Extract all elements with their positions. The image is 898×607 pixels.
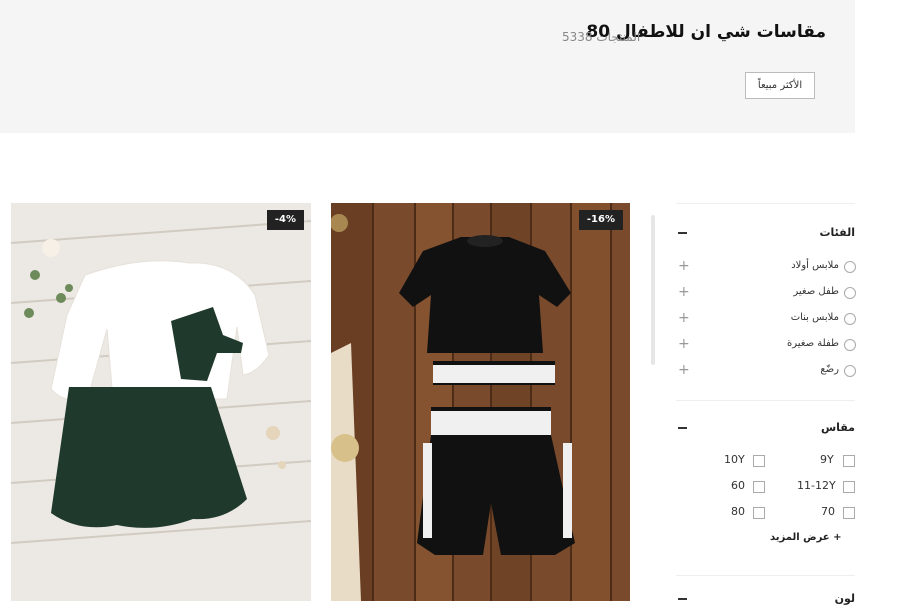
discount-badge: -4% [266, 210, 304, 230]
header-band [0, 0, 855, 133]
product-image [11, 203, 311, 601]
size-checkbox[interactable] [843, 481, 855, 493]
radio-icon[interactable] [844, 261, 856, 273]
plus-icon[interactable]: + [678, 282, 690, 302]
category-label: طفل صغير [793, 286, 839, 297]
size-label: 10Y [724, 453, 745, 466]
collapse-icon[interactable] [678, 427, 687, 429]
category-label: رضّع [820, 364, 839, 375]
category-item[interactable]: طفل صغير + [676, 282, 856, 302]
category-item[interactable]: رضّع + [676, 360, 856, 380]
category-item[interactable]: ملابس أولاد + [676, 256, 856, 276]
size-label: 11-12Y [797, 479, 836, 492]
filter-heading-categories[interactable]: الفئات [820, 226, 856, 239]
category-label: ملابس أولاد [791, 260, 839, 271]
radio-icon[interactable] [844, 339, 856, 351]
size-label: 60 [731, 479, 745, 492]
size-label: 70 [821, 505, 835, 518]
filter-heading-color[interactable]: لون [835, 592, 855, 605]
plus-icon[interactable]: + [678, 256, 690, 276]
size-checkbox[interactable] [843, 455, 855, 467]
filter-divider [676, 575, 855, 576]
plus-icon[interactable]: + [678, 308, 690, 328]
size-checkbox[interactable] [843, 507, 855, 519]
radio-icon[interactable] [844, 287, 856, 299]
radio-icon[interactable] [844, 365, 856, 377]
product-count: 5338 المنتجات [562, 30, 641, 44]
category-label: طفلة صغيرة [787, 338, 839, 349]
scrollbar[interactable] [651, 215, 655, 365]
discount-badge: -16% [578, 210, 623, 230]
size-checkbox[interactable] [753, 507, 765, 519]
collapse-icon[interactable] [678, 598, 687, 600]
filter-heading-size[interactable]: مقاس [821, 421, 855, 434]
category-item[interactable]: ملابس بنات + [676, 308, 856, 328]
radio-icon[interactable] [844, 313, 856, 325]
product-card[interactable]: -4% [11, 203, 311, 601]
size-label: 80 [731, 505, 745, 518]
category-label: ملابس بنات [790, 312, 839, 323]
plus-icon[interactable]: + [678, 360, 690, 380]
plus-icon[interactable]: + [678, 334, 690, 354]
product-card[interactable]: -16% [331, 203, 630, 601]
product-image [331, 203, 630, 601]
collapse-icon[interactable] [678, 232, 687, 234]
size-checkbox[interactable] [753, 481, 765, 493]
sort-button[interactable]: الأكثر مبيعاً [745, 72, 815, 99]
filter-divider [676, 400, 855, 401]
size-checkbox[interactable] [753, 455, 765, 467]
size-label: 9Y [820, 453, 834, 466]
category-item[interactable]: طفلة صغيرة + [676, 334, 856, 354]
filter-divider [676, 203, 855, 204]
view-more-link[interactable]: + عرض المزيد [770, 532, 841, 543]
